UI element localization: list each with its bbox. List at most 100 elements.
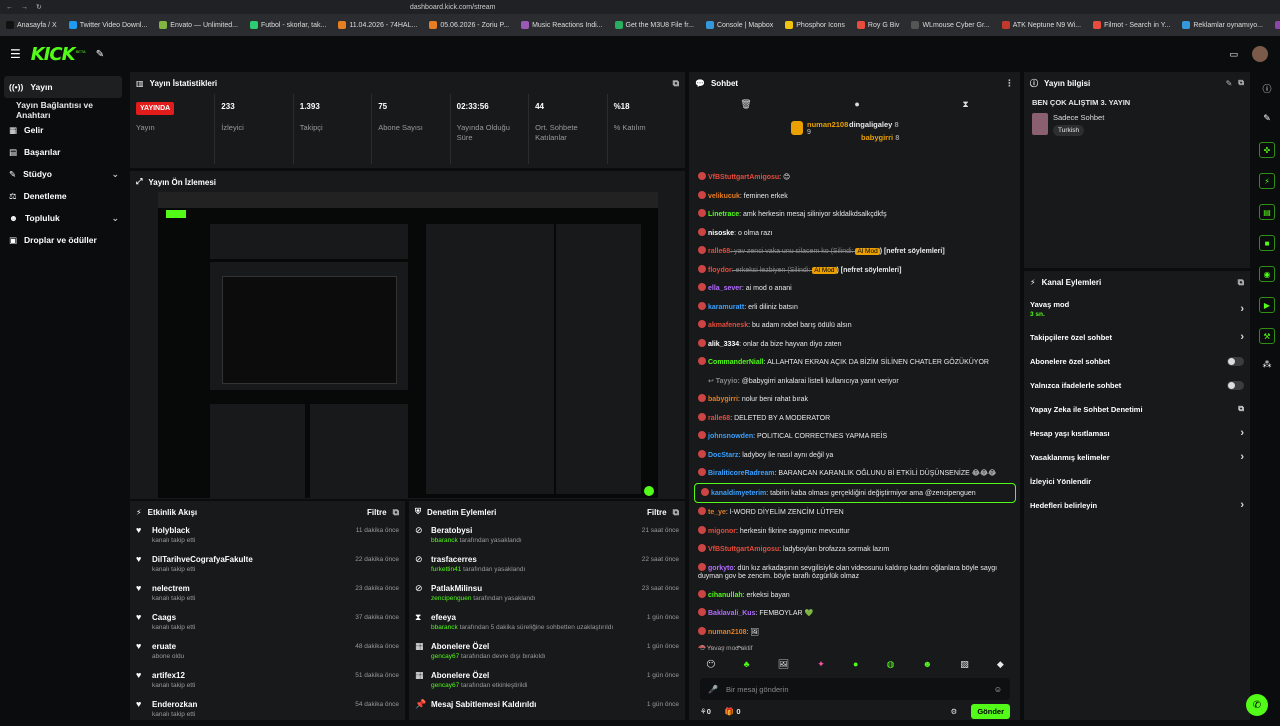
bookmark-item[interactable]: Envato — Unlimited... bbox=[159, 21, 238, 29]
filter-button[interactable]: Filtre bbox=[647, 508, 667, 517]
layout-icon[interactable]: ▭ bbox=[1229, 49, 1238, 60]
chat-username[interactable]: te_ye bbox=[708, 509, 726, 516]
chat-username[interactable]: nisoske bbox=[708, 230, 734, 237]
chat-username[interactable]: ella_sever bbox=[708, 285, 742, 292]
document-icon[interactable]: ▤ bbox=[1259, 204, 1275, 220]
bookmark-item[interactable]: Anasayfa / X bbox=[6, 21, 57, 29]
chat-message[interactable]: CommanderNiall: ALLAHTAN EKRAN AÇIK DA B… bbox=[692, 353, 1018, 372]
chat-username[interactable]: VfBStuttgartAmigosu bbox=[708, 174, 779, 181]
bookmark-item[interactable]: Twitter Video Downl... bbox=[68, 21, 147, 29]
channel-action-item[interactable]: Yapay Zeka ile Sohbet Denetimi ⧉ bbox=[1024, 397, 1250, 421]
emote[interactable]: ▨ bbox=[960, 659, 969, 670]
mod-action-moderator[interactable]: furkettin41 bbox=[431, 566, 461, 573]
activity-user[interactable]: artifex12 bbox=[152, 671, 195, 680]
emoji-icon[interactable]: ☺ bbox=[994, 685, 1002, 694]
chat-message[interactable]: DocStarz: ladyboy lie nasıl aynı değil y… bbox=[692, 446, 1018, 465]
bookmark-item[interactable]: 11.04.2026 - 74HAL... bbox=[338, 21, 417, 29]
edit-icon[interactable]: ✎ bbox=[1254, 113, 1280, 124]
activity-user[interactable]: Enderozkan bbox=[152, 700, 197, 709]
external-link-icon[interactable]: ⧉ bbox=[393, 507, 399, 518]
chat-message[interactable]: numan2108: 🖼 bbox=[692, 623, 1018, 642]
mod-action-moderator[interactable]: gencay67 bbox=[431, 653, 459, 660]
activity-user[interactable]: DilTarihveCografyaFakulte bbox=[152, 555, 253, 564]
chat-username[interactable]: johnsnowden bbox=[708, 433, 753, 440]
chat-username[interactable]: floydor bbox=[708, 267, 732, 274]
bookmark-item[interactable]: ATK Neptune N9 Wi... bbox=[1001, 21, 1081, 29]
channel-action-item[interactable]: Yalnızca ifadelerle sohbet bbox=[1024, 373, 1250, 397]
mod-action-target[interactable]: PatlakMilinsu bbox=[431, 584, 535, 593]
chat-message[interactable]: ralle68: yav zenci vaka unu silacem ko (… bbox=[692, 242, 1018, 261]
chat-username[interactable]: Linetrace bbox=[708, 211, 739, 218]
forward-icon[interactable]: → bbox=[21, 4, 28, 11]
chat-message[interactable]: johnsnowden: POLITICAL CORRECTNES YAPMA … bbox=[692, 427, 1018, 446]
more-options-icon[interactable]: ⋮ bbox=[1005, 78, 1014, 89]
emote[interactable]: ✦ bbox=[817, 659, 825, 670]
chat-username[interactable]: gorkyto bbox=[708, 565, 734, 572]
chat-username[interactable]: cihanullah bbox=[708, 592, 743, 599]
activity-user[interactable]: eruate bbox=[152, 642, 184, 651]
support-button[interactable]: ✆ bbox=[1246, 694, 1268, 716]
external-link-icon[interactable]: ⧉ bbox=[673, 507, 679, 518]
video-icon[interactable]: ▶ bbox=[1259, 297, 1275, 313]
bookmark-item[interactable]: Reklamlar oynamıyo... bbox=[1182, 21, 1263, 29]
bookmark-item[interactable]: 05.06.2026 - Zoriu P... bbox=[429, 21, 509, 29]
chat-message[interactable]: akmafenesk: bu adam nobel barış ödülü al… bbox=[692, 316, 1018, 335]
pin-icon[interactable]: ✎ bbox=[96, 49, 104, 60]
chat-message[interactable]: Linetrace: amk herkesin mesaj siliniyor … bbox=[692, 205, 1018, 224]
filter-button[interactable]: Filtre bbox=[367, 508, 387, 517]
activity-user[interactable]: nelectrem bbox=[152, 584, 195, 593]
mod-action-moderator[interactable]: gencay67 bbox=[431, 682, 459, 689]
chat-settings-icon[interactable]: ⚙ bbox=[951, 707, 958, 716]
info-icon[interactable]: ⓘ bbox=[1254, 82, 1280, 95]
chat-message[interactable]: alik_3334: onlar da bize hayvan diyo zat… bbox=[692, 335, 1018, 354]
chat-message[interactable]: ↩ Tayyio: @babygirri ankalarai listeli k… bbox=[692, 372, 1018, 391]
chat-messages[interactable]: VfBStuttgartAmigosu: 😊 velikucuk: feminen… bbox=[692, 168, 1018, 648]
channel-action-item[interactable]: İzleyici Yönlendir bbox=[1024, 469, 1250, 493]
chat-message[interactable]: floydor: erkeksi lezbiyen (Silindi: Al M… bbox=[692, 261, 1018, 280]
chat-username[interactable]: DocStarz bbox=[708, 452, 738, 459]
apps-icon[interactable]: ⁂ bbox=[1254, 359, 1280, 370]
chat-message[interactable]: ella_sever: ai mod o anani bbox=[692, 279, 1018, 298]
bookmark-item[interactable]: Phosphor Icons bbox=[785, 21, 845, 29]
bookmark-item[interactable]: Roy G Biv bbox=[856, 21, 899, 29]
chat-message[interactable]: ralle68: DELETED BY A MODERATOR bbox=[692, 409, 1018, 428]
emote[interactable]: ● bbox=[853, 659, 858, 670]
emote[interactable]: ◆ bbox=[997, 659, 1004, 670]
chat-username[interactable]: babygirri bbox=[708, 396, 738, 403]
gift-indicator[interactable]: 🎁 0 bbox=[725, 707, 741, 716]
back-icon[interactable]: ← bbox=[6, 4, 13, 11]
toggle-switch[interactable] bbox=[1227, 380, 1244, 390]
chat-message[interactable]: karamuratt: erli diliniz batsın bbox=[692, 298, 1018, 317]
chat-message[interactable]: cihanullah: erkeksi bayan bbox=[692, 586, 1018, 605]
chat-username[interactable]: migonor bbox=[708, 528, 736, 535]
chat-username[interactable]: Baklavali_Kus bbox=[708, 610, 755, 617]
mod-action-moderator[interactable]: bbaranck bbox=[431, 624, 458, 631]
external-link-icon[interactable]: ⧉ bbox=[1238, 277, 1244, 288]
chat-message[interactable]: kanaldimyeterim: tabirin kaba olması ger… bbox=[694, 482, 1016, 503]
wrench-icon[interactable]: ⚒ bbox=[1259, 328, 1275, 344]
chat-message[interactable]: VfBStuttgartAmigosu: ladyboyları brofazz… bbox=[692, 540, 1018, 559]
gamepad-icon[interactable]: ✜ bbox=[1259, 142, 1275, 158]
mod-action-target[interactable]: trasfacerres bbox=[431, 555, 525, 564]
channel-action-item[interactable]: Hedefleri belirleyin › bbox=[1024, 493, 1250, 517]
chat-username[interactable]: karamuratt bbox=[708, 304, 744, 311]
chat-username[interactable]: numan2108 bbox=[708, 629, 747, 636]
sidebar-item-basarilar[interactable]: ▤ Başarılar bbox=[0, 141, 128, 163]
sidebar-item-studyo[interactable]: ✎ Stüdyo ⌄ bbox=[0, 163, 128, 185]
external-link-icon[interactable]: ⧉ bbox=[1238, 78, 1244, 88]
channel-action-item[interactable]: Yavaş mod 3 sn. › bbox=[1024, 293, 1250, 325]
mod-action-target[interactable]: Beratobysi bbox=[431, 526, 522, 535]
chat-message[interactable]: gorkyto: dün kız arkadaşının sevgilisiyl… bbox=[692, 559, 1018, 586]
microphone-icon[interactable]: 🎤 bbox=[708, 685, 718, 694]
bookmark-item[interactable]: WLmouse Cyber Gr... bbox=[911, 21, 990, 29]
chat-username[interactable]: ralle68 bbox=[708, 248, 730, 255]
sidebar-item-topluluk[interactable]: ☻ Topluluk ⌄ bbox=[0, 207, 128, 229]
mod-action-target[interactable]: Abonelere Özel bbox=[431, 671, 528, 680]
channel-action-item[interactable]: Hesap yaşı kısıtlaması › bbox=[1024, 421, 1250, 445]
activity-user[interactable]: Caags bbox=[152, 613, 195, 622]
bookmark-item[interactable]: Get the M3U8 File fr... bbox=[614, 21, 694, 29]
chat-username[interactable]: CommanderNiall bbox=[708, 359, 764, 366]
address-bar[interactable]: dashboard.kick.com/stream bbox=[410, 4, 496, 11]
trash-icon[interactable]: 🗑 bbox=[740, 99, 751, 110]
chat-username[interactable]: velikucuk bbox=[708, 193, 740, 200]
